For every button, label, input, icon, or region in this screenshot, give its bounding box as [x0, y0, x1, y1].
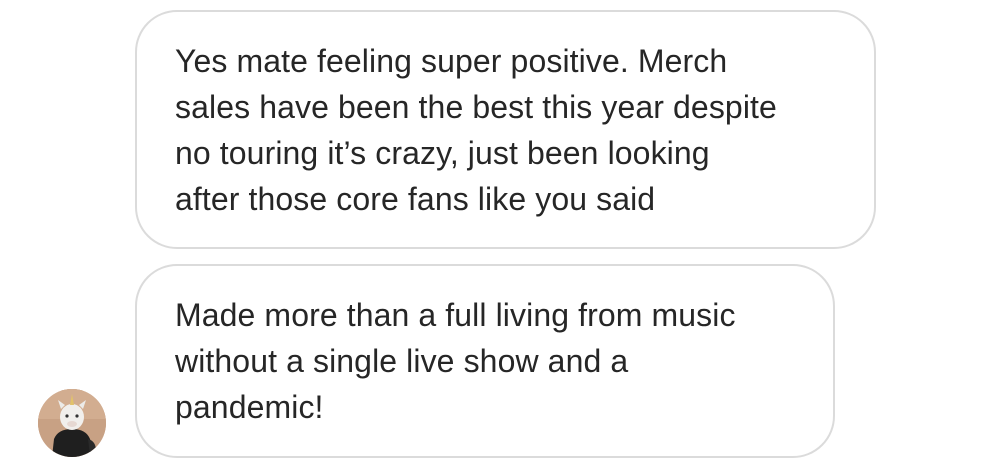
message-text-line: no touring it’s crazy, just been looking: [175, 135, 710, 171]
message-bubble[interactable]: Made more than a full living from music …: [135, 264, 835, 458]
message-text-line: Made more than a full living from music: [175, 297, 736, 333]
message-text-line: pandemic!: [175, 389, 324, 425]
unicorn-mask-avatar-icon: [38, 389, 106, 457]
sender-avatar[interactable]: [38, 389, 106, 457]
message-bubble[interactable]: Yes mate feeling super positive. Merch s…: [135, 10, 876, 249]
message-text-line: Yes mate feeling super positive. Merch: [175, 43, 728, 79]
message-text-line: without a single live show and a: [175, 343, 629, 379]
message-thread: Yes mate feeling super positive. Merch s…: [0, 0, 1000, 470]
message-text-line: sales have been the best this year despi…: [175, 89, 777, 125]
message-text-line: after those core fans like you said: [175, 181, 656, 217]
